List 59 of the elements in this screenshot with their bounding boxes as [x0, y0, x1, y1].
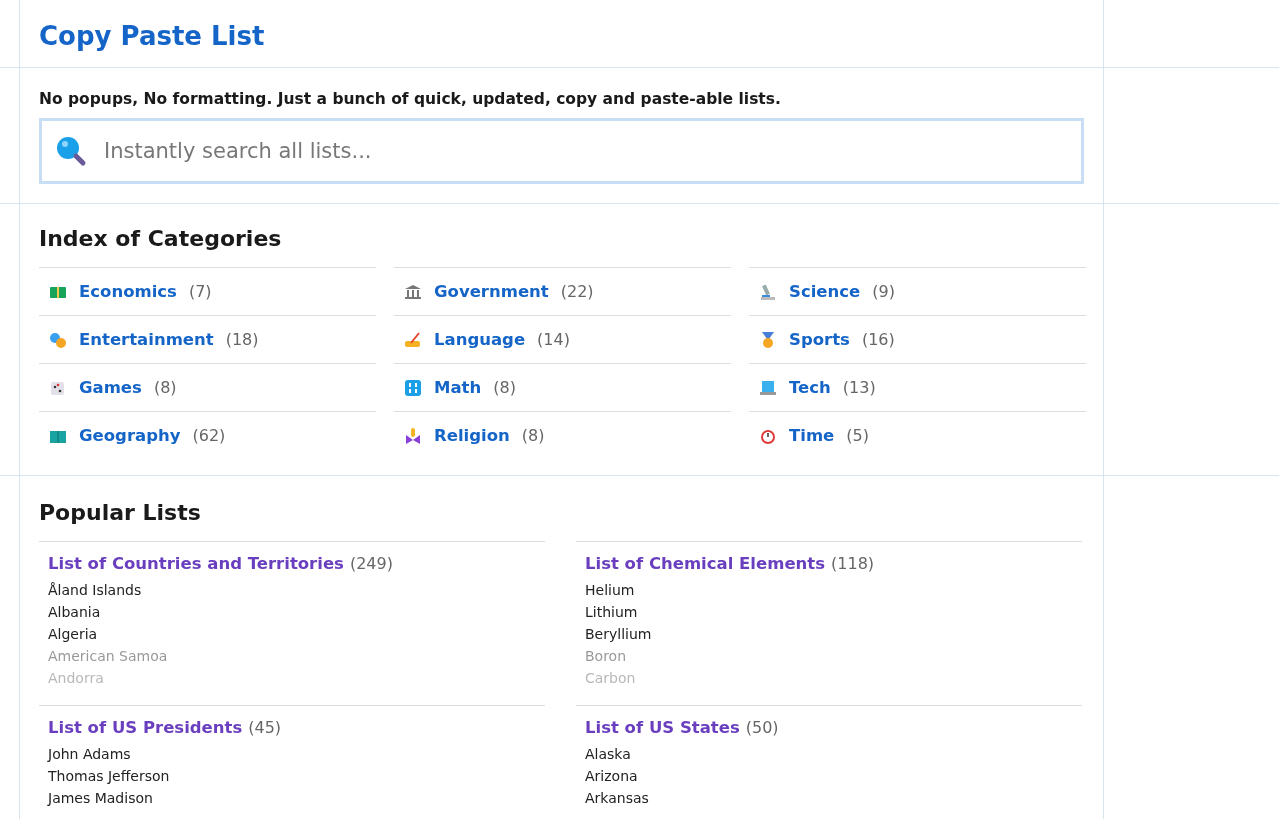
list-item: Åland Islands	[48, 581, 143, 600]
list-link[interactable]: List of US Presidents	[48, 718, 243, 737]
microscope-icon	[759, 282, 777, 301]
category-count: (16)	[861, 330, 895, 349]
search-icon	[55, 135, 87, 167]
category-count: (18)	[225, 330, 259, 349]
category-count: (9)	[872, 282, 895, 301]
medal-icon	[759, 330, 777, 349]
building-icon	[404, 282, 422, 301]
section-heading: Popular Lists	[39, 500, 202, 525]
category-count: (8)	[493, 378, 516, 397]
list-item: Boron	[585, 647, 628, 666]
category-link[interactable]: Tech	[789, 378, 831, 397]
list-count: (45)	[248, 718, 282, 737]
category-count: (13)	[842, 378, 876, 397]
category-link[interactable]: Math	[434, 378, 482, 397]
numbers-icon	[404, 378, 422, 397]
search-field[interactable]: Instantly search all lists...	[39, 118, 1084, 184]
list-item: Andorra	[48, 669, 105, 688]
list-item: Arizona	[585, 767, 639, 786]
category-count: (8)	[153, 378, 177, 397]
section-heading: Index of Categories	[39, 226, 283, 251]
category-link[interactable]: Games	[79, 378, 142, 397]
category-count: (14)	[537, 330, 570, 349]
list-count: (50)	[745, 718, 779, 737]
category-link[interactable]: Religion	[434, 426, 510, 445]
category-link[interactable]: Language	[434, 330, 526, 349]
list-item: American Samoa	[48, 647, 169, 666]
list-item: Arkansas	[585, 789, 650, 808]
list-item: Helium	[585, 581, 636, 600]
category-count: (5)	[846, 426, 869, 445]
list-link[interactable]: List of Chemical Elements	[585, 554, 826, 573]
category-link[interactable]: Time	[789, 426, 835, 445]
list-item: Albania	[48, 603, 102, 622]
category-link[interactable]: Government	[434, 282, 549, 301]
laptop-icon	[759, 378, 777, 397]
category-count: (62)	[192, 426, 226, 445]
list-count: (249)	[349, 554, 393, 573]
list-item: Lithium	[585, 603, 639, 622]
list-item: Algeria	[48, 625, 99, 644]
list-item: James Madison	[48, 789, 154, 808]
category-link[interactable]: Sports	[789, 330, 850, 349]
category-count: (8)	[521, 426, 545, 445]
category-link[interactable]: Science	[789, 282, 861, 301]
list-link[interactable]: List of US States	[585, 718, 740, 737]
category-count: (7)	[188, 282, 212, 301]
list-item: John Adams	[48, 745, 132, 764]
list-item: Thomas Jefferson	[48, 767, 171, 786]
site-title[interactable]: Copy Paste List	[39, 21, 1084, 51]
list-item: Beryllium	[585, 625, 653, 644]
category-link[interactable]: Entertainment	[79, 330, 214, 349]
list-count: (118)	[831, 554, 875, 573]
list-item: Carbon	[585, 669, 637, 688]
category-link[interactable]: Economics	[79, 282, 177, 301]
tagline: No popups, No formatting. Just a bunch of quick, updated, copy and paste-able lists.	[39, 90, 782, 108]
category-link[interactable]: Geography	[79, 426, 181, 445]
list-link[interactable]: List of Countries and Territories	[48, 554, 344, 573]
category-count: (22)	[560, 282, 594, 301]
list-item: Alaska	[585, 745, 632, 764]
